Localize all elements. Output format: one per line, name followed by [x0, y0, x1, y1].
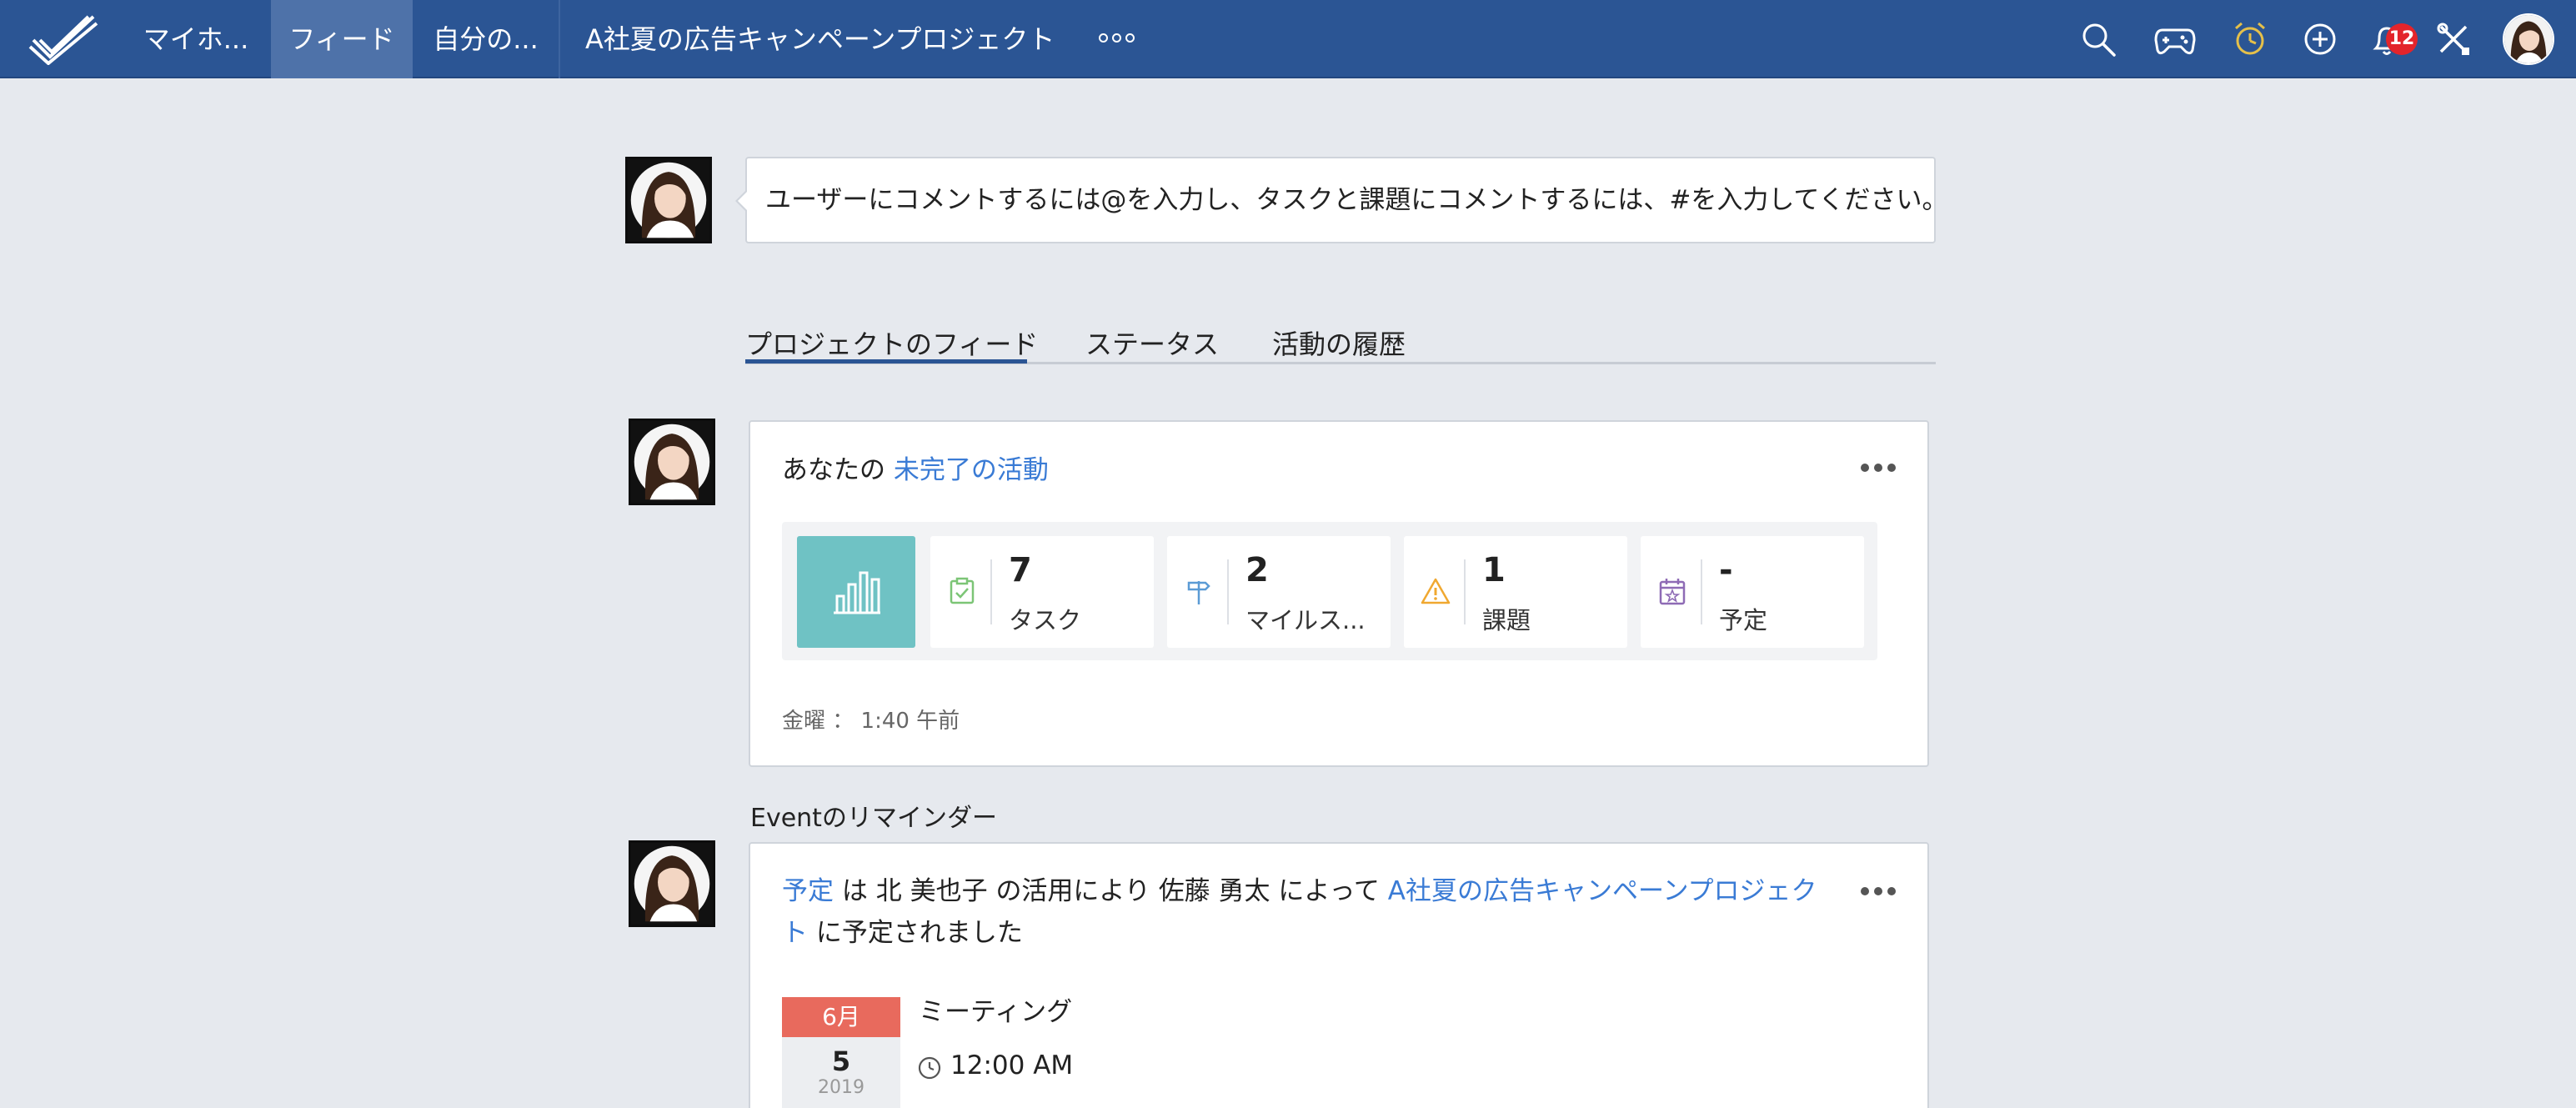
nav-item-my-work[interactable]: 自分の...: [417, 0, 554, 78]
nav-project-title[interactable]: A社夏の広告キャンペーンプロジェクト: [585, 0, 1055, 78]
stat-label: タスク: [1009, 606, 1082, 634]
event-description: 予定 は 北 美也子 の活用により 佐藤 勇太 によって A社夏の広告キャンペー…: [782, 870, 1817, 954]
nav-divider: [559, 0, 560, 78]
event-owner: 北 美也子: [875, 876, 988, 906]
event-text: は: [841, 876, 868, 906]
alarm-clock-icon[interactable]: [2231, 20, 2269, 58]
event-date-block: 6月 5 2019: [782, 997, 900, 1108]
add-circle-icon[interactable]: [2301, 20, 2339, 58]
app-logo-checkmark-icon[interactable]: [28, 12, 98, 65]
stat-value: 7: [1009, 551, 1032, 589]
tab-activity-history[interactable]: 活動の履歴: [1272, 323, 1406, 362]
stat-divider: [990, 559, 992, 624]
calendar-star-icon: [1659, 579, 1686, 605]
event-description-line-2: ト に予定されました: [782, 912, 1817, 954]
card-menu-icon[interactable]: [1861, 887, 1896, 895]
nav-item-feed[interactable]: フィード: [271, 0, 413, 78]
stat-divider: [1464, 559, 1466, 624]
card-title: あなたの 未完了の活動: [782, 449, 1049, 486]
active-tab-indicator: [745, 359, 1027, 363]
user-avatar[interactable]: [2503, 13, 2554, 65]
event-month: 6月: [782, 997, 900, 1037]
stat-issues[interactable]: 1 課題: [1404, 536, 1627, 648]
nav-item-my-home[interactable]: マイホ...: [125, 0, 267, 78]
project-link-continued[interactable]: ト: [782, 918, 808, 948]
event-text: に予定されました: [815, 918, 1023, 948]
task-check-icon: [950, 577, 975, 604]
event-time: 12:00 AM: [950, 1050, 1074, 1080]
event-avatar: [629, 840, 715, 927]
stat-divider: [1701, 559, 1702, 624]
search-icon[interactable]: [2079, 20, 2117, 58]
stat-value: 2: [1245, 551, 1269, 589]
event-text: によって: [1278, 876, 1380, 906]
project-link[interactable]: A社夏の広告キャンペーンプロジェク: [1388, 876, 1817, 906]
warning-icon: [1421, 578, 1451, 604]
stats-chart-tile[interactable]: [797, 536, 915, 648]
stat-tasks[interactable]: 7 タスク: [930, 536, 1154, 648]
gamepad-icon[interactable]: [2154, 20, 2196, 58]
tab-status[interactable]: ステータス: [1085, 323, 1219, 362]
comment-input[interactable]: ユーザーにコメントするには@を入力し、タスクと課題にコメントするには、#を入力し…: [735, 157, 1948, 243]
event-year: 2019: [818, 1077, 865, 1098]
stat-events[interactable]: - 予定: [1641, 536, 1864, 648]
card-title-prefix: あなたの: [782, 455, 885, 485]
stat-divider: [1227, 559, 1229, 624]
stat-label: 予定: [1719, 606, 1768, 634]
event-title[interactable]: ミーティング: [919, 990, 1072, 1028]
activity-timestamp: 金曜 ： 1:40 午前: [782, 709, 960, 734]
top-navigation-bar: マイホ... フィード 自分の... A社夏の広告キャンペーンプロジェクト 12: [0, 0, 2576, 78]
event-day: 5: [831, 1045, 851, 1077]
stat-milestones[interactable]: 2 マイルス...: [1167, 536, 1391, 648]
clock-icon: [918, 1056, 941, 1080]
event-reminder-heading: Eventのリマインダー: [750, 804, 997, 833]
event-link[interactable]: 予定: [782, 876, 834, 906]
open-activities-link[interactable]: 未完了の活動: [894, 455, 1049, 485]
event-description-line-1: 予定 は 北 美也子 の活用により 佐藤 勇太 によって A社夏の広告キャンペー…: [782, 870, 1817, 912]
bar-chart-icon: [834, 571, 880, 614]
commenter-avatar: [625, 157, 712, 243]
stat-value: 1: [1482, 551, 1506, 589]
activity-avatar: [629, 419, 715, 505]
stat-label: マイルス...: [1245, 606, 1366, 634]
tools-icon[interactable]: [2434, 20, 2473, 58]
stat-label: 課題: [1482, 606, 1531, 634]
tab-project-feed[interactable]: プロジェクトのフィード: [745, 323, 1038, 362]
card-menu-icon[interactable]: [1861, 464, 1896, 472]
more-options-icon[interactable]: [1099, 33, 1135, 43]
milestone-sign-icon: [1187, 581, 1210, 604]
event-text: の活用により: [995, 876, 1150, 906]
event-user: 佐藤 勇太: [1158, 876, 1270, 906]
notification-count-badge: 12: [2386, 23, 2418, 55]
event-date-body: 5 2019: [782, 1037, 900, 1108]
stat-value: -: [1719, 551, 1733, 589]
